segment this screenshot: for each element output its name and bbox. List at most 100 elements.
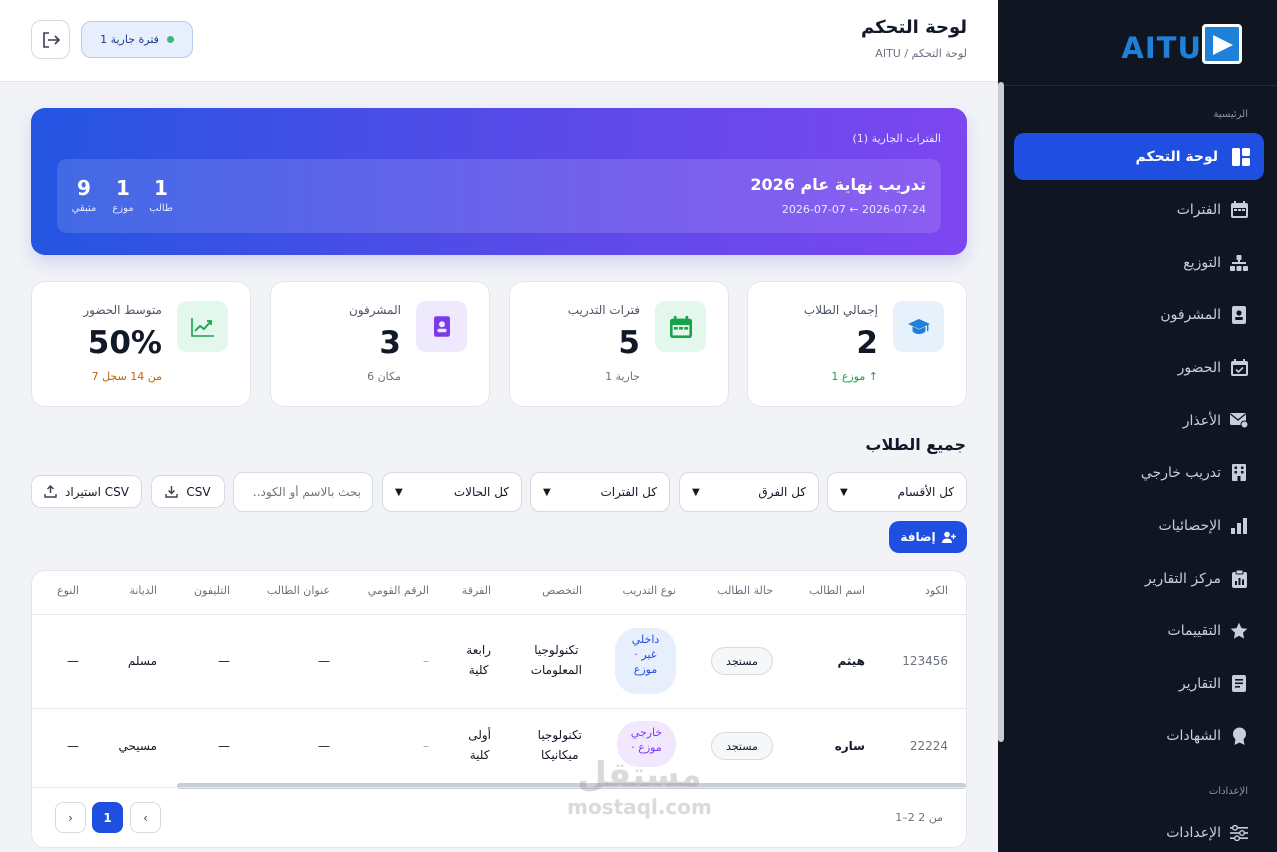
logout-button[interactable] [31,20,70,59]
stat-value: 1 [116,176,130,200]
sidebar-item-excuses[interactable]: الأعذار [1012,397,1277,444]
upload-icon [44,485,57,498]
sidebar-item-report-center[interactable]: مركز التقارير [1012,555,1277,602]
chevron-down-icon: ▼ [395,486,403,498]
sidebar-item-periods[interactable]: الفترات [1012,186,1277,233]
cell-phone: — [218,654,230,668]
team-line: أولى [468,728,491,742]
sidebar-item-evaluations[interactable]: التقييمات [1012,607,1277,654]
training-type-line: · موزع [631,741,662,754]
brand-name: AITU [1121,31,1202,65]
sidebar-item-label: الأعذار [1182,412,1221,429]
sidebar-section-settings: الإعدادات [1208,786,1248,797]
card-total-students[interactable]: إجمالي الطلاب 2 1 موزع ↑ [747,281,967,407]
major-line: المعلومات [530,663,582,677]
active-periods-pill[interactable]: 1 فترة جارية [81,21,193,58]
chevron-down-icon: ▼ [840,486,848,498]
sidebar-item-attendance[interactable]: الحضور [1012,344,1277,391]
sidebar-item-dashboard[interactable]: لوحة التحكم [1014,133,1264,180]
search-input[interactable] [233,472,373,512]
chevron-down-icon: ▼ [543,486,551,498]
period-stat-remaining: 9 متبقي [67,176,101,214]
status-badge: مستجد [711,647,773,675]
sidebar-item-statistics[interactable]: الإحصائيات [1012,502,1277,549]
card-label: متوسط الحضور [83,303,162,317]
column-header[interactable]: التليفون [194,584,230,597]
card-supervisors[interactable]: المشرفون 3 6 مكان [270,281,490,407]
stat-label: طالب [149,203,173,214]
sidebar-item-certificates[interactable]: الشهادات [1012,712,1277,759]
status-filter[interactable]: ▼ كل الحالات [382,472,522,512]
column-header[interactable]: الديانة [129,584,157,597]
column-header[interactable]: نوع التدريب [623,584,676,597]
card-training-periods[interactable]: فترات التدريب 5 1 جارية [509,281,729,407]
card-sub: 6 مكان [367,370,401,383]
graduation-cap-icon [893,301,944,352]
envelope-icon [1230,412,1248,430]
cell-major: تكنولوجيا ميكانيكا [538,725,582,765]
column-header[interactable]: الكود [925,584,948,597]
team-filter-value: كل الفرق [758,485,806,499]
import-csv-button[interactable]: استيراد CSV [31,475,142,508]
sidebar-item-settings[interactable]: الإعدادات [1012,809,1277,852]
sliders-icon [1230,824,1248,842]
sidebar-item-label: التقييمات [1167,622,1221,639]
department-filter[interactable]: ▼ كل الأقسام [827,472,967,512]
user-plus-icon [941,531,956,543]
add-student-button[interactable]: إضافة [889,521,967,553]
column-header[interactable]: النوع [57,584,79,597]
team-line: كلية [468,663,489,677]
star-icon [1230,622,1248,640]
column-header[interactable]: عنوان الطالب [267,584,330,597]
export-csv-label: CSV [186,484,211,499]
pagination-next-button[interactable]: › [55,802,86,833]
sidebar-item-distribution[interactable]: التوزيع [1012,239,1277,286]
pagination-info: 1–2 من 2 [895,811,943,824]
cell-name: ساره [834,739,865,753]
id-badge-icon [416,301,467,352]
column-header[interactable]: الفرقة [462,584,491,597]
export-csv-button[interactable]: CSV [151,475,225,508]
cell-code: 22224 [909,739,948,753]
column-header[interactable]: الرقم القومي [368,584,429,597]
period-stat-distributed: 1 موزع [106,176,140,214]
trend-up-icon [177,301,228,352]
cell-religion: مسلم [127,654,157,668]
cell-name: هيثم [837,654,865,668]
period-filter[interactable]: ▼ كل الفترات [530,472,670,512]
card-attendance-average[interactable]: متوسط الحضور 50% 7 من 14 سجل [31,281,251,407]
column-header[interactable]: اسم الطالب [809,584,865,597]
major-line: ميكانيكا [541,748,579,762]
top-header: لوحة التحكم AITU / لوحة التحكم 1 فترة جا… [0,0,998,82]
column-header[interactable]: التخصص [542,584,582,597]
page-scrollbar[interactable] [998,82,1004,742]
chevron-down-icon: ▼ [692,486,700,498]
status-badge: مستجد [711,732,773,760]
sidebar-item-reports[interactable]: التقارير [1012,660,1277,707]
period-filter-value: كل الفترات [600,485,657,499]
active-periods-text: 1 فترة جارية [100,33,159,46]
calendar-icon [1230,201,1248,219]
current-period-card[interactable]: تدريب نهاية عام 2026 2026-07-07 ← 2026-0… [57,159,941,233]
table-horizontal-scrollbar[interactable] [177,783,966,789]
sidebar-item-label: الإعدادات [1166,824,1221,841]
pagination-prev-button[interactable]: ‹ [130,802,161,833]
cell-team: أولى كلية [468,725,491,765]
arrow-up-icon: ↑ [868,370,878,383]
sidebar: AITU الرئيسية لوحة التحكم الفترات التوزي… [998,0,1277,852]
calendar-icon [655,301,706,352]
stat-value: 1 [154,176,168,200]
cell-phone: — [218,739,230,753]
students-section-title: جميع الطلاب [865,435,966,454]
logo[interactable]: AITU [998,0,1277,86]
card-label: المشرفون [348,303,401,317]
divider [32,614,966,615]
sidebar-item-external-training[interactable]: تدريب خارجي [1012,449,1277,496]
breadcrumb[interactable]: AITU / لوحة التحكم [875,47,967,60]
cell-team: رابعة كلية [466,640,491,680]
team-filter[interactable]: ▼ كل الفرق [679,472,819,512]
pagination-page-1[interactable]: 1 [92,802,123,833]
column-header[interactable]: حالة الطالب [717,584,773,597]
cell-code: 123456 [902,654,948,668]
sidebar-item-supervisors[interactable]: المشرفون [1012,291,1277,338]
